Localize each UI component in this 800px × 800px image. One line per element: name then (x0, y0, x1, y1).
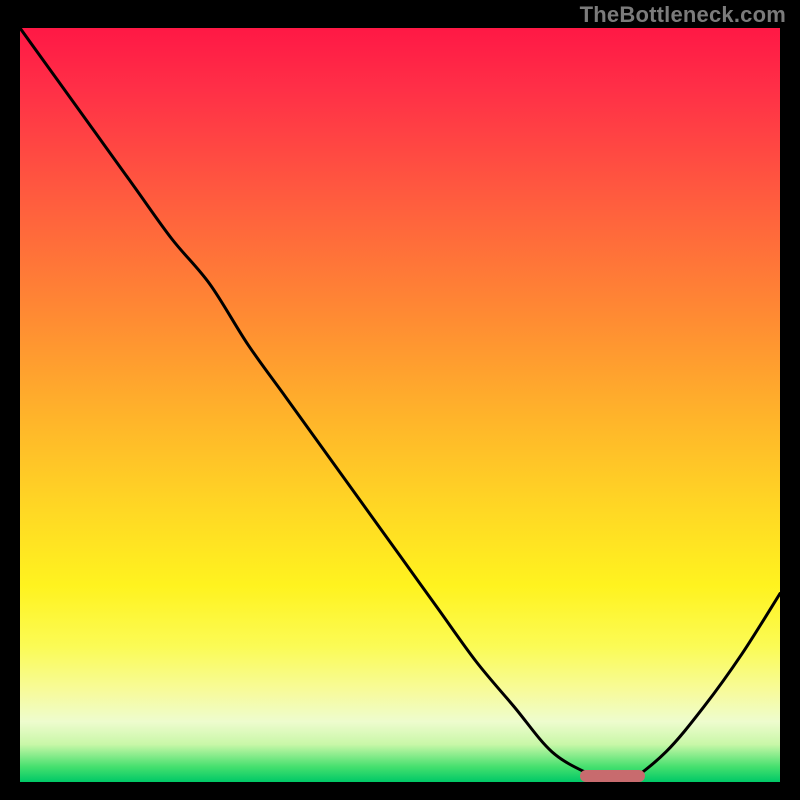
curve-path (20, 28, 780, 782)
chart-container: TheBottleneck.com (0, 0, 800, 800)
bottleneck-curve (20, 28, 780, 782)
watermark-text: TheBottleneck.com (580, 2, 786, 28)
optimal-range-marker (580, 770, 645, 782)
plot-area (20, 28, 780, 782)
